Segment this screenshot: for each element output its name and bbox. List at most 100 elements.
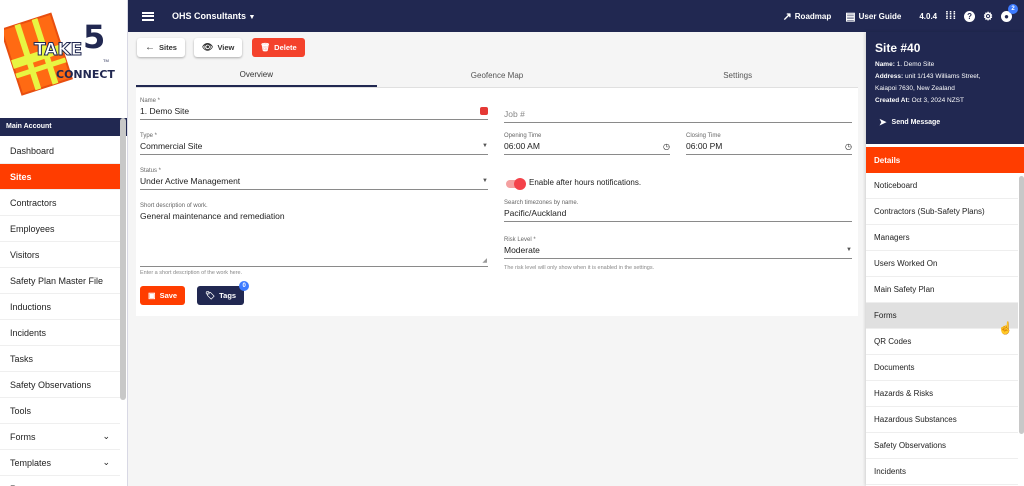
details-item-qr-codes[interactable]: QR Codes: [866, 329, 1018, 355]
help-icon[interactable]: ?: [964, 10, 976, 22]
closing-time-label: Closing Time: [686, 133, 721, 139]
details-item-hazardous-substances[interactable]: Hazardous Substances: [866, 407, 1018, 433]
site-name: 1. Demo Site: [896, 61, 935, 68]
opening-time-field[interactable]: Opening Time 06:00 AM ◷: [504, 133, 670, 155]
org-name: OHS Consultants: [172, 11, 247, 21]
details-item-hazards-risks[interactable]: Hazards & Risks: [866, 381, 1018, 407]
sidebar-item-reports[interactable]: Reports: [0, 476, 120, 486]
details-item-safety-observations[interactable]: Safety Observations: [866, 433, 1018, 459]
sidebar-item-incidents[interactable]: Incidents: [0, 320, 120, 346]
gear-icon[interactable]: ⚙: [983, 10, 993, 23]
description-hint: Enter a short description of the work he…: [140, 270, 243, 276]
send-message-button[interactable]: ➤ Send Message: [875, 117, 1015, 128]
job-number-field[interactable]: Job #: [504, 109, 852, 123]
sidebar-scrollbar[interactable]: [120, 118, 126, 400]
name-value: 1. Demo Site: [140, 106, 190, 116]
timezone-field[interactable]: Search timezones by name. Pacific/Auckla…: [504, 200, 852, 222]
password-manager-icon[interactable]: [480, 107, 488, 115]
resize-handle-icon[interactable]: ◢: [482, 257, 487, 264]
dropdown-arrow-icon: ▼: [482, 143, 488, 149]
clock-icon[interactable]: ◷: [663, 142, 670, 151]
sidebar-item-tools[interactable]: Tools: [0, 398, 120, 424]
after-hours-label: Enable after hours notifications.: [529, 178, 642, 187]
sidebar-item-safety-observations[interactable]: Safety Observations: [0, 372, 120, 398]
sidebar-item-sites[interactable]: Sites: [0, 164, 120, 190]
status-value: Under Active Management: [140, 176, 241, 186]
sidebar-item-label: Safety Observations: [10, 379, 92, 390]
closing-time-field[interactable]: Closing Time 06:00 PM ◷: [686, 133, 852, 155]
tab-overview[interactable]: Overview: [136, 64, 377, 87]
risk-level-select[interactable]: Risk Level * Moderate ▼: [504, 237, 852, 259]
sidebar-nav: Dashboard Sites Contractors Employees Visito…: [0, 138, 120, 486]
account-button[interactable]: ● 2: [1001, 3, 1018, 22]
sidebar-item-forms[interactable]: Forms ⌄: [0, 424, 120, 450]
site-title: Site #40: [875, 41, 921, 55]
back-label: Sites: [159, 43, 177, 52]
after-hours-toggle[interactable]: [506, 178, 526, 190]
site-address: unit 1/143 Williams Street,: [905, 73, 981, 80]
tab-settings[interactable]: Settings: [617, 64, 858, 87]
view-button[interactable]: 👁 View: [194, 38, 243, 57]
version-label: 4.0.4: [919, 11, 938, 21]
dropdown-arrow-icon: ▼: [846, 247, 852, 253]
created-key: Created At:: [875, 97, 910, 104]
take5-connect-logo[interactable]: TAKE 5 TM CONNECT: [0, 0, 127, 110]
description-label: Short description of work.: [140, 203, 208, 209]
details-header[interactable]: Details: [866, 147, 1024, 173]
details-item-managers[interactable]: Managers: [866, 225, 1018, 251]
sidebar-item-inductions[interactable]: Inductions: [0, 294, 120, 320]
status-select[interactable]: Status * Under Active Management ▼: [140, 168, 488, 190]
description-value: General maintenance and remediation: [140, 211, 285, 221]
details-item-documents[interactable]: Documents: [866, 355, 1018, 381]
clock-icon[interactable]: ◷: [845, 142, 852, 151]
roadmap-link[interactable]: ↗ Roadmap: [783, 10, 832, 23]
tags-button[interactable]: 🏷 Tags 0: [197, 281, 250, 305]
sidebar-item-visitors[interactable]: Visitors: [0, 242, 120, 268]
logo-connect-text: CONNECT: [56, 68, 115, 81]
sidebar-item-tasks[interactable]: Tasks: [0, 346, 120, 372]
menu-icon[interactable]: [142, 11, 154, 21]
arrow-left-icon: ←: [145, 42, 155, 53]
name-label: Name *: [140, 98, 161, 104]
job-number-placeholder: Job #: [504, 109, 525, 119]
details-item-contractors-sub-safety-plans-[interactable]: Contractors (Sub-Safety Plans): [866, 199, 1018, 225]
save-button[interactable]: ▣ Save: [140, 286, 186, 305]
panel-scrollbar[interactable]: [1019, 176, 1024, 434]
sidebar-item-employees[interactable]: Employees: [0, 216, 120, 242]
tag-icon: 🏷: [205, 291, 216, 300]
user-guide-label: User Guide: [858, 11, 902, 21]
delete-button[interactable]: 🗑 Delete: [252, 38, 305, 57]
trending-up-icon: ↗: [782, 10, 792, 23]
closing-time-value: 06:00 PM: [686, 141, 723, 151]
save-icon: ▣: [148, 291, 156, 300]
details-item-users-worked-on[interactable]: Users Worked On: [866, 251, 1018, 277]
save-label: Save: [159, 291, 178, 300]
sidebar-item-safety-plan-master-file[interactable]: Safety Plan Master File: [0, 268, 120, 294]
address-key: Address:: [875, 73, 904, 80]
back-to-sites-button[interactable]: ← Sites: [137, 38, 185, 57]
details-item-incidents[interactable]: Incidents: [866, 459, 1018, 485]
book-icon: ▤: [845, 10, 856, 23]
logo-tm: TM: [103, 58, 109, 63]
sidebar-item-label: Tools: [10, 405, 32, 416]
org-selector[interactable]: OHS Consultants ▼: [172, 11, 255, 21]
details-item-main-safety-plan[interactable]: Main Safety Plan: [866, 277, 1018, 303]
sidebar-item-templates[interactable]: Templates ⌄: [0, 450, 120, 476]
sidebar-item-contractors[interactable]: Contractors: [0, 190, 120, 216]
apps-grid-icon[interactable]: ⁞⁞⁞: [945, 10, 956, 22]
description-textarea[interactable]: Short description of work. General maint…: [140, 203, 488, 267]
sidebar-item-label: Dashboard: [10, 145, 55, 156]
tags-count-badge: 0: [239, 281, 250, 291]
name-key: Name:: [875, 61, 895, 68]
name-field[interactable]: Name * 1. Demo Site: [140, 98, 488, 120]
sidebar-item-dashboard[interactable]: Dashboard: [0, 138, 120, 164]
left-sidebar: TAKE 5 TM CONNECT Main Account Dashboard…: [0, 0, 128, 486]
chevron-down-icon: ⌄: [102, 457, 110, 467]
details-item-noticeboard[interactable]: Noticeboard: [866, 173, 1018, 199]
send-icon: ➤: [879, 117, 887, 127]
tab-geofence-map[interactable]: Geofence Map: [377, 64, 618, 87]
type-select[interactable]: Type * Commercial Site ▼: [140, 133, 488, 155]
user-guide-link[interactable]: ▤ User Guide: [845, 10, 901, 23]
details-item-forms[interactable]: Forms: [866, 303, 1018, 329]
type-label: Type *: [140, 133, 158, 139]
